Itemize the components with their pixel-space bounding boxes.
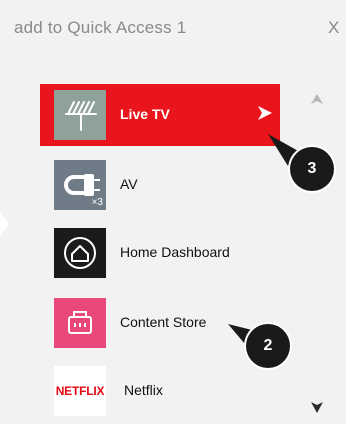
panel-pointer-notch: [0, 212, 9, 236]
app-item-live-tv[interactable]: Live TV: [40, 84, 280, 146]
close-button[interactable]: X: [328, 18, 339, 38]
quick-access-panel: add to Quick Access 1 X Live TV ×3 AV Ho…: [0, 0, 346, 424]
callout-badge-2: 2: [246, 324, 290, 368]
av-cable-icon: ×3: [54, 160, 106, 210]
netflix-logo: NETFLIX: [54, 366, 106, 416]
app-item-label: Home Dashboard: [120, 244, 230, 260]
app-item-netflix[interactable]: NETFLIX Netflix: [40, 360, 280, 422]
home-dashboard-icon: [54, 228, 106, 278]
app-item-av[interactable]: ×3 AV: [40, 154, 280, 216]
antenna-icon: [54, 90, 106, 140]
av-badge: ×3: [91, 197, 103, 208]
netflix-logo-text: NETFLIX: [55, 384, 105, 398]
scroll-up-icon[interactable]: [310, 92, 324, 110]
app-item-label: Live TV: [120, 106, 170, 122]
panel-header: add to Quick Access 1 X: [0, 0, 346, 58]
scroll-down-icon[interactable]: [310, 400, 324, 419]
app-item-label: Netflix: [124, 382, 163, 398]
app-item-label: Content Store: [120, 314, 207, 330]
callout-number: 3: [307, 160, 317, 177]
app-item-home-dashboard[interactable]: Home Dashboard: [40, 222, 280, 284]
callout-number: 2: [263, 337, 273, 354]
send-arrow-icon[interactable]: [256, 104, 274, 127]
content-store-icon: [54, 298, 106, 348]
panel-title: add to Quick Access 1: [14, 18, 187, 37]
callout-badge-3: 3: [290, 147, 334, 191]
app-item-label: AV: [120, 176, 138, 192]
